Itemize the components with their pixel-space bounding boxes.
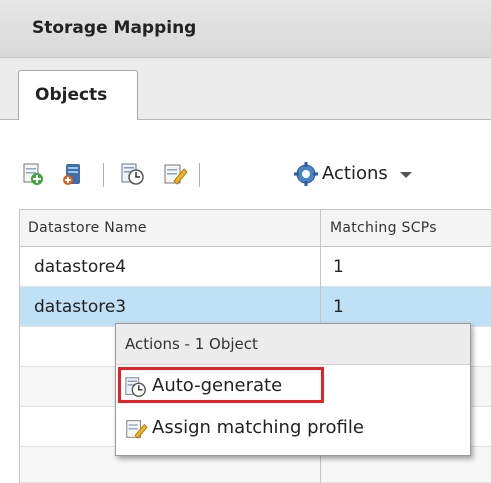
chevron-down-icon[interactable]: [400, 172, 412, 178]
column-header-datastore-name[interactable]: Datastore Name: [28, 220, 147, 236]
assign-profile-icon[interactable]: [162, 161, 188, 187]
assign-profile-icon: [124, 417, 148, 441]
add-object-icon[interactable]: [20, 161, 46, 187]
toolbar-separator: [103, 163, 104, 187]
tab-objects-label: Objects: [35, 85, 108, 105]
context-menu-title: Actions - 1 Object: [125, 335, 258, 353]
auto-generate-icon: [124, 375, 148, 399]
actions-menu-button[interactable]: Actions: [322, 163, 388, 184]
column-divider[interactable]: [320, 210, 321, 248]
grid-header: Datastore Name Matching SCPs: [20, 209, 491, 248]
auto-generate-icon[interactable]: [120, 161, 146, 187]
menu-item-auto-generate-label: Auto-generate: [152, 375, 283, 396]
cell-matching-scps: 1: [333, 257, 344, 277]
panel-title: Storage Mapping: [32, 18, 197, 38]
toolbar: Actions: [0, 155, 491, 195]
table-row-selected[interactable]: datastore3 1: [20, 287, 491, 327]
tabs-bar: Objects: [0, 58, 491, 120]
cell-matching-scps: 1: [333, 297, 344, 317]
table-row[interactable]: datastore4 1: [20, 247, 491, 287]
add-datastore-icon[interactable]: [60, 161, 86, 187]
context-menu: Actions - 1 Object Auto-generate Assign …: [115, 323, 471, 456]
panel-header: Storage Mapping: [0, 0, 491, 58]
menu-item-auto-generate[interactable]: Auto-generate: [118, 367, 468, 406]
actions-gear-icon[interactable]: [293, 161, 319, 187]
tab-objects[interactable]: Objects: [18, 70, 138, 120]
cell-datastore-name: datastore3: [34, 297, 127, 317]
cell-datastore-name: datastore4: [34, 257, 127, 277]
menu-item-assign-matching-profile-label: Assign matching profile: [152, 417, 364, 438]
toolbar-separator: [199, 163, 200, 187]
menu-item-assign-matching-profile[interactable]: Assign matching profile: [118, 410, 468, 448]
context-menu-header: Actions - 1 Object: [116, 324, 470, 365]
column-header-matching-scps[interactable]: Matching SCPs: [330, 220, 437, 236]
